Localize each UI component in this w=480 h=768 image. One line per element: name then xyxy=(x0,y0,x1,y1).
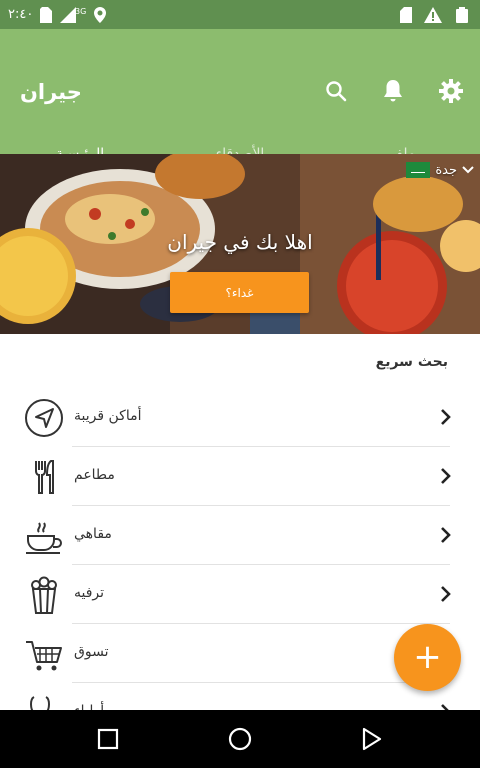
list-item-entertainment[interactable]: ترفيه xyxy=(0,565,480,624)
bell-icon xyxy=(384,80,402,102)
quick-search-list: أماكن قريبة مطاعم مقاهي ترفيه تسوق أطباء xyxy=(0,388,480,742)
chevron-right-icon xyxy=(441,527,451,543)
chevron-right-icon xyxy=(441,586,451,602)
signal-icon xyxy=(60,6,76,23)
recents-button[interactable] xyxy=(93,724,123,754)
list-item-label: ترفيه xyxy=(74,585,105,601)
shopping-cart-icon xyxy=(26,641,62,671)
chevron-down-icon xyxy=(462,166,474,174)
network-type: 3G xyxy=(75,6,87,16)
popcorn-icon xyxy=(31,576,57,614)
location-icon xyxy=(94,6,107,23)
fork-knife-icon xyxy=(35,460,54,494)
lunch-button[interactable]: غداء؟ xyxy=(170,272,309,313)
search-icon xyxy=(326,81,347,102)
city-name: جدة xyxy=(435,162,457,178)
sim-icon xyxy=(40,6,52,23)
home-button[interactable] xyxy=(225,724,255,754)
coffee-cup-icon xyxy=(26,522,62,554)
system-nav-bar xyxy=(0,710,480,768)
status-bar: ٢:٤٠ 3G xyxy=(0,0,480,29)
notifications-button[interactable] xyxy=(379,77,407,105)
search-button[interactable] xyxy=(322,77,350,105)
add-fab-button[interactable]: + xyxy=(394,624,461,691)
settings-button[interactable] xyxy=(437,77,465,105)
square-icon xyxy=(97,728,119,750)
triangle-back-icon xyxy=(362,727,382,751)
hero-banner: جدة اهلا بك في جيران غداء؟ xyxy=(0,154,480,334)
list-item-cafes[interactable]: مقاهي xyxy=(0,506,480,565)
list-item-label: أماكن قريبة xyxy=(74,408,142,424)
list-item-label: مقاهي xyxy=(74,526,112,542)
list-item-label: تسوق xyxy=(74,644,109,660)
back-button[interactable] xyxy=(357,724,387,754)
navigation-arrow-icon xyxy=(25,399,63,437)
list-item-restaurants[interactable]: مطاعم xyxy=(0,447,480,506)
city-selector[interactable]: جدة xyxy=(406,162,474,178)
chevron-right-icon xyxy=(441,468,451,484)
status-time: ٢:٤٠ xyxy=(8,7,34,22)
sd-card-icon xyxy=(400,6,412,23)
gear-icon xyxy=(439,79,463,103)
saudi-flag-icon xyxy=(406,162,431,178)
quick-search-title: بحث سريع xyxy=(375,354,448,370)
app-bar: جيران ملفي الأصدقاء الرئيسية xyxy=(0,29,480,183)
app-title: جيران xyxy=(20,80,82,104)
list-item-label: مطاعم xyxy=(74,467,115,483)
battery-icon xyxy=(456,6,468,23)
warning-icon xyxy=(424,6,442,23)
list-item-nearby[interactable]: أماكن قريبة xyxy=(0,388,480,447)
hero-title: اهلا بك في جيران xyxy=(167,230,313,254)
circle-icon xyxy=(228,727,252,751)
chevron-right-icon xyxy=(441,409,451,425)
